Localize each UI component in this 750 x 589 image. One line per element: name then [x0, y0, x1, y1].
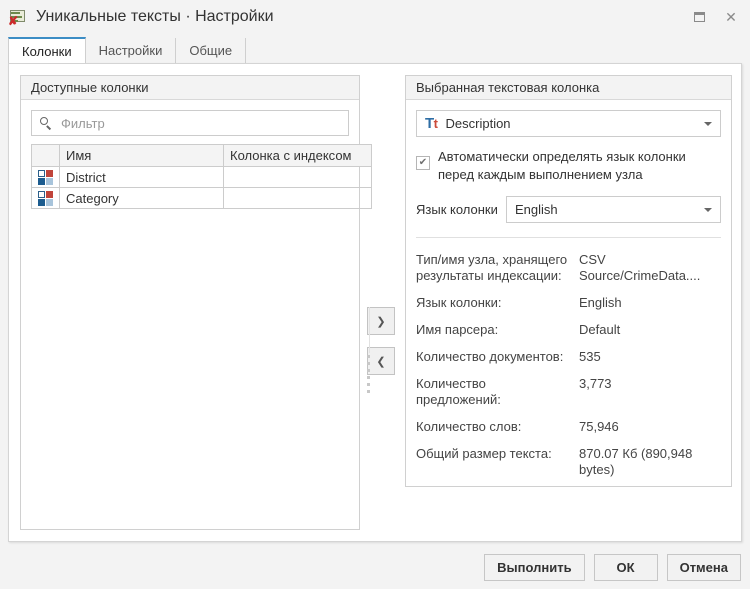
cancel-button[interactable]: Отмена — [666, 554, 741, 581]
close-button[interactable]: ✕ — [718, 6, 744, 28]
add-column-button[interactable]: ❯ — [367, 307, 395, 335]
auto-detect-language-row[interactable]: ✔ Автоматически определять язык колонки … — [416, 148, 721, 184]
tab-bar: Колонки Настройки Общие — [8, 37, 742, 63]
auto-detect-label: Автоматически определять язык колонки пе… — [438, 149, 686, 182]
table-row[interactable]: District — [31, 166, 372, 188]
window-controls: ✕ — [686, 6, 744, 28]
text-column-select[interactable]: Tt Description — [416, 110, 721, 137]
available-columns-table: Имя Колонка с индексом District Category — [31, 144, 372, 209]
titlebar: ✘ Уникальные тексты · Настройки ✕ — [0, 0, 750, 34]
search-icon — [40, 116, 53, 130]
info-label: Количество слов: — [416, 419, 522, 434]
transfer-controls: ❯ ❮ — [367, 307, 399, 393]
info-value: 535 — [579, 349, 601, 364]
dialog-footer: Выполнить ОК Отмена — [0, 550, 750, 589]
info-label: Количество предложений: — [416, 376, 501, 407]
execute-button[interactable]: Выполнить — [484, 554, 585, 581]
column-language-row: Язык колонки English — [416, 196, 721, 223]
row-indexed — [223, 187, 372, 209]
info-label: Общий размер текста: — [416, 446, 552, 461]
available-columns-header: Доступные колонки — [21, 76, 359, 100]
selected-text-column-body: Tt Description ✔ Автоматически определят… — [406, 100, 731, 495]
available-columns-panel: Доступные колонки Имя Колонка с индексом — [20, 75, 372, 530]
string-column-icon — [38, 169, 53, 185]
info-value: 3,773 — [579, 376, 612, 391]
tab-columns[interactable]: Колонки — [8, 37, 86, 63]
column-header-name: Имя — [59, 144, 224, 167]
search-input[interactable] — [59, 114, 340, 132]
info-value: 870.07 Кб (890,948 bytes) — [579, 446, 693, 477]
splitter-handle[interactable] — [367, 355, 373, 397]
info-row: Общий размер текста: 870.07 Кб (890,948 … — [416, 442, 721, 485]
info-row: Тип/имя узла, хранящего результаты индек… — [416, 248, 721, 291]
info-label: Количество документов: — [416, 349, 564, 364]
node-settings-icon: ✘ — [8, 7, 28, 27]
row-type-icon-cell — [31, 166, 60, 188]
index-info-table: Тип/имя узла, хранящего результаты индек… — [416, 248, 721, 485]
text-type-icon: Tt — [425, 115, 438, 132]
close-icon: ✕ — [725, 9, 737, 25]
row-name: Category — [59, 187, 224, 209]
chevron-down-icon — [704, 207, 712, 212]
row-name: District — [59, 166, 224, 188]
selected-text-column-panel: Выбранная текстовая колонка Tt Descripti… — [405, 75, 732, 487]
tab-general[interactable]: Общие — [176, 38, 247, 63]
string-column-icon — [38, 190, 53, 206]
column-header-icon — [31, 144, 60, 167]
footer-button-row: Выполнить ОК Отмена — [484, 554, 741, 581]
available-columns-body: Имя Колонка с индексом — [21, 100, 372, 219]
chevron-down-icon — [704, 121, 712, 126]
text-column-value: Description — [445, 116, 511, 131]
info-label: Язык колонки: — [416, 295, 502, 310]
table-row[interactable]: Category — [31, 187, 372, 209]
info-row: Имя парсера: Default — [416, 318, 721, 345]
info-row: Количество слов: 75,946 — [416, 415, 721, 442]
row-type-icon-cell — [31, 187, 60, 209]
maximize-button[interactable] — [686, 6, 712, 28]
auto-detect-checkbox[interactable]: ✔ — [416, 156, 430, 170]
tab-settings[interactable]: Настройки — [86, 38, 177, 63]
selected-text-column-header: Выбранная текстовая колонка — [406, 76, 731, 100]
info-row: Язык колонки: English — [416, 291, 721, 318]
info-value: Default — [579, 322, 621, 337]
info-label: Тип/имя узла, хранящего результаты индек… — [416, 252, 568, 283]
settings-dialog: ✘ Уникальные тексты · Настройки ✕ Колонк… — [0, 0, 750, 589]
ok-button[interactable]: ОК — [593, 554, 658, 581]
column-language-select[interactable]: English — [506, 196, 721, 223]
info-value: CSV Source/CrimeData.... — [579, 252, 701, 283]
filter-field[interactable] — [31, 110, 349, 136]
separator — [416, 237, 721, 238]
splitter-line — [369, 307, 370, 353]
column-language-label: Язык колонки — [416, 202, 498, 217]
column-header-indexed: Колонка с индексом — [223, 144, 372, 167]
info-value: English — [579, 295, 622, 310]
maximize-icon — [693, 12, 705, 22]
row-indexed — [223, 166, 372, 188]
info-label: Имя парсера: — [416, 322, 499, 337]
column-language-value: English — [515, 202, 558, 217]
info-row: Количество предложений: 3,773 — [416, 372, 721, 415]
tab-content-columns: Доступные колонки Имя Колонка с индексом — [8, 63, 742, 542]
window-title: Уникальные тексты · Настройки — [36, 8, 274, 25]
table-header-row: Имя Колонка с индексом — [31, 144, 372, 167]
info-row: Количество документов: 535 — [416, 345, 721, 372]
info-value: 75,946 — [579, 419, 619, 434]
